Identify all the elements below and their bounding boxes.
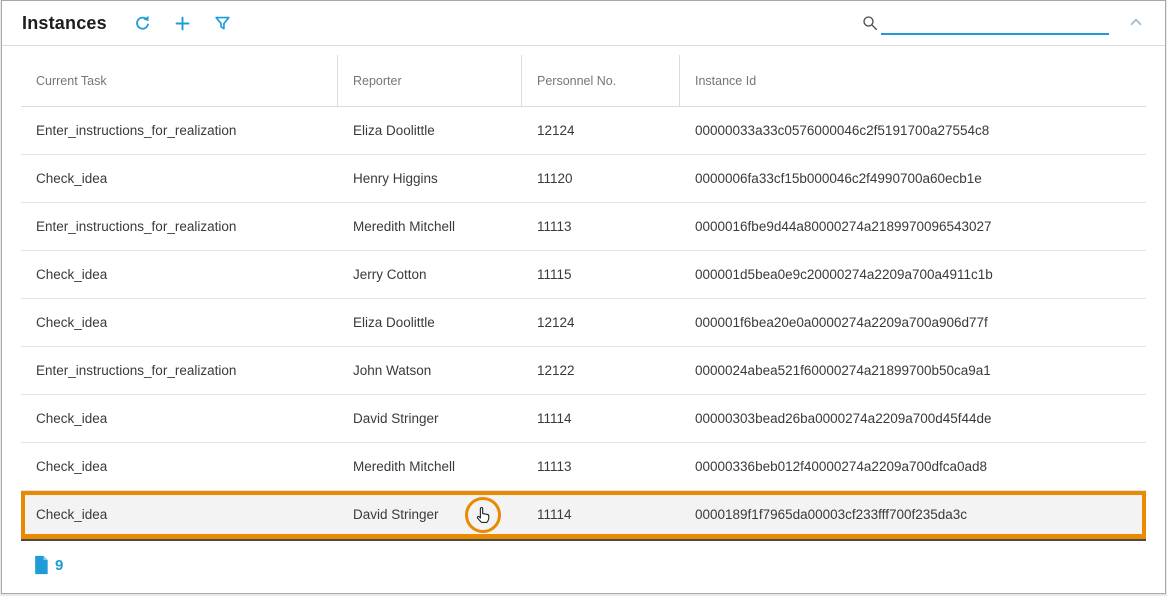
cell-instance-id: 000001d5bea0e9c20000274a2209a700a4911c1b xyxy=(680,251,1146,298)
refresh-icon xyxy=(133,14,152,33)
table-row[interactable]: Enter_instructions_for_realization Mered… xyxy=(21,203,1146,251)
cell-personnel-no: 11113 xyxy=(522,203,680,250)
cell-reporter: Eliza Doolittle xyxy=(338,299,522,346)
cell-personnel-no: 12124 xyxy=(522,299,680,346)
chevron-up-icon xyxy=(1127,13,1145,34)
table-row[interactable]: Check_idea Meredith Mitchell 11113 00000… xyxy=(21,443,1146,491)
cell-reporter: David Stringer xyxy=(338,395,522,442)
table-row[interactable]: Check_idea Jerry Cotton 11115 000001d5be… xyxy=(21,251,1146,299)
cell-instance-id: 00000303bead26ba0000274a2209a700d45f44de xyxy=(680,395,1146,442)
cell-personnel-no: 11114 xyxy=(522,395,680,442)
cell-current-task: Check_idea xyxy=(21,251,338,298)
cell-current-task: Check_idea xyxy=(21,491,338,538)
column-header-current-task: Current Task xyxy=(21,55,338,107)
cell-reporter: Eliza Doolittle xyxy=(338,107,522,154)
cell-instance-id: 0000016fbe9d44a80000274a2189970096543027 xyxy=(680,203,1146,250)
cell-instance-id: 0000006fa33cf15b000046c2f4990700a60ecb1e xyxy=(680,155,1146,202)
cell-current-task: Check_idea xyxy=(21,395,338,442)
cell-current-task: Enter_instructions_for_realization xyxy=(21,203,338,250)
cell-current-task: Enter_instructions_for_realization xyxy=(21,347,338,394)
cell-personnel-no: 11120 xyxy=(522,155,680,202)
filter-icon xyxy=(213,14,232,33)
cell-personnel-no: 11114 xyxy=(522,491,680,538)
cell-instance-id: 0000024abea521f60000274a21899700b50ca9a1 xyxy=(680,347,1146,394)
cell-instance-id: 000001f6bea20e0a0000274a2209a700a906d77f xyxy=(680,299,1146,346)
table-row[interactable]: Check_idea David Stringer 11114 0000189f… xyxy=(21,491,1146,539)
instance-count: 9 xyxy=(55,557,63,574)
table-header-row: Current Task Reporter Personnel No. Inst… xyxy=(21,55,1146,107)
cell-instance-id: 0000189f1f7965da00003cf233fff700f235da3c xyxy=(680,491,1146,538)
filter-button[interactable] xyxy=(209,9,237,37)
refresh-button[interactable] xyxy=(129,9,157,37)
toolbar: Instances xyxy=(2,1,1165,46)
cell-personnel-no: 12124 xyxy=(522,107,680,154)
instances-table: Current Task Reporter Personnel No. Inst… xyxy=(21,55,1146,541)
table-row[interactable]: Check_idea Eliza Doolittle 12124 000001f… xyxy=(21,299,1146,347)
cell-reporter: Meredith Mitchell xyxy=(338,203,522,250)
column-header-personnel-no: Personnel No. xyxy=(522,55,680,107)
cell-reporter: David Stringer xyxy=(338,491,522,538)
cell-reporter: Jerry Cotton xyxy=(338,251,522,298)
cell-current-task: Check_idea xyxy=(21,155,338,202)
table-body: Enter_instructions_for_realization Eliza… xyxy=(21,107,1146,539)
cell-current-task: Check_idea xyxy=(21,443,338,490)
search-input[interactable] xyxy=(881,13,1109,35)
plus-icon xyxy=(173,14,192,33)
table-row[interactable]: Enter_instructions_for_realization John … xyxy=(21,347,1146,395)
cell-personnel-no: 12122 xyxy=(522,347,680,394)
cell-instance-id: 00000336beb012f40000274a2209a700dfca0ad8 xyxy=(680,443,1146,490)
add-instance-button[interactable] xyxy=(169,9,197,37)
cell-instance-id: 00000033a33c0576000046c2f5191700a27554c8 xyxy=(680,107,1146,154)
document-count-icon xyxy=(32,555,50,575)
search-icon xyxy=(859,11,881,35)
cell-reporter: Henry Higgins xyxy=(338,155,522,202)
column-header-instance-id: Instance Id xyxy=(680,55,1146,107)
cell-personnel-no: 11113 xyxy=(522,443,680,490)
page-title: Instances xyxy=(22,13,107,34)
cell-current-task: Check_idea xyxy=(21,299,338,346)
cell-current-task: Enter_instructions_for_realization xyxy=(21,107,338,154)
column-header-reporter: Reporter xyxy=(338,55,522,107)
instances-window: Instances xyxy=(1,0,1166,594)
collapse-panel-button[interactable] xyxy=(1123,10,1149,36)
table-row[interactable]: Enter_instructions_for_realization Eliza… xyxy=(21,107,1146,155)
cell-reporter: John Watson xyxy=(338,347,522,394)
cell-reporter: Meredith Mitchell xyxy=(338,443,522,490)
table-row[interactable]: Check_idea Henry Higgins 11120 0000006fa… xyxy=(21,155,1146,203)
footer: 9 xyxy=(2,541,1165,575)
cell-personnel-no: 11115 xyxy=(522,251,680,298)
table-row[interactable]: Check_idea David Stringer 11114 00000303… xyxy=(21,395,1146,443)
search-group xyxy=(859,11,1109,35)
